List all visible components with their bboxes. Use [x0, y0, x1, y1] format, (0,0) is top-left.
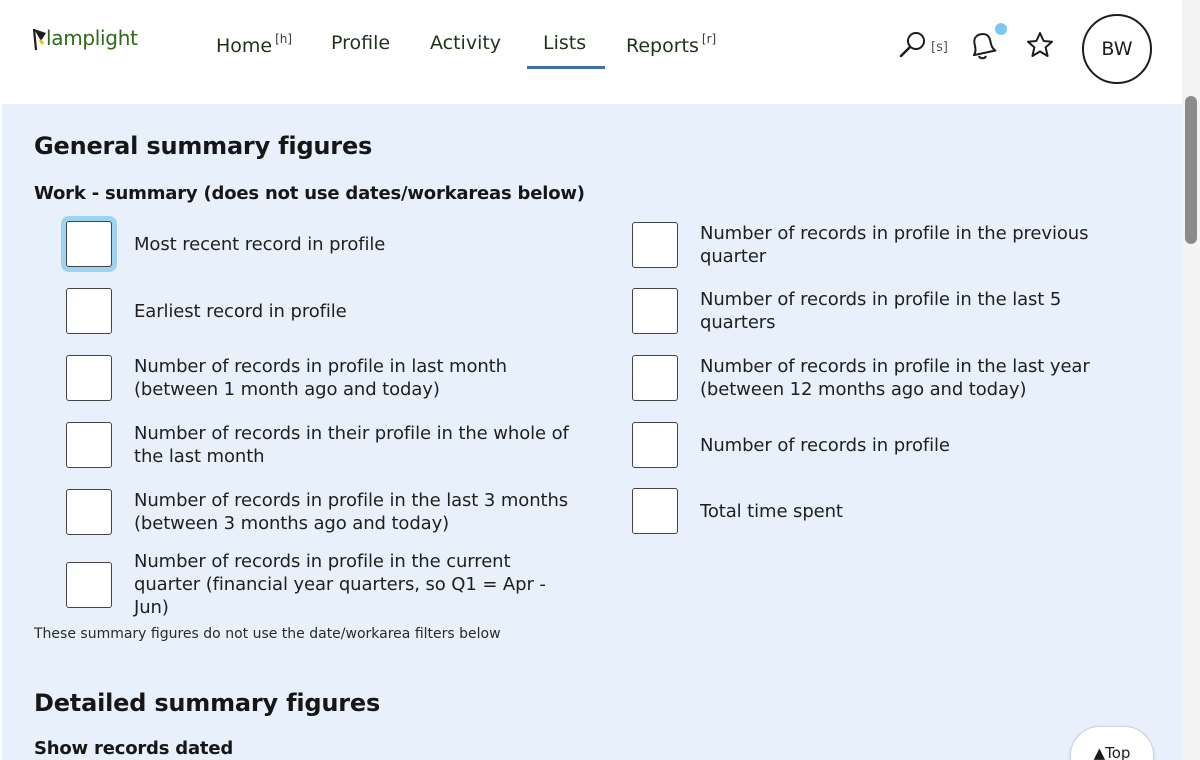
nav-lists[interactable]: Lists: [543, 32, 586, 54]
option-label: Number of records in profile in the last…: [700, 356, 1090, 400]
top-header: lamplight Home [h] Profile Activity Lists…: [0, 0, 1182, 104]
star-icon[interactable]: [1024, 30, 1056, 64]
option-label: Total time spent: [700, 500, 843, 522]
nav-profile-label: Profile: [331, 32, 391, 54]
option-label: Number of records in profile in the prev…: [700, 223, 1089, 267]
option-records-last-3-months: Number of records in profile in the last…: [66, 489, 574, 535]
back-to-top-button[interactable]: ▲Top: [1070, 726, 1154, 760]
nav-reports[interactable]: Reports [r]: [626, 32, 716, 57]
checkbox-records-previous-quarter[interactable]: [632, 222, 678, 268]
nav-reports-hint: [r]: [701, 32, 717, 46]
scrollbar-thumb[interactable]: [1185, 96, 1197, 244]
option-label: Number of records in profile: [700, 434, 950, 456]
checkbox-total-time-spent[interactable]: [632, 488, 678, 534]
nav-lists-label: Lists: [543, 32, 587, 54]
option-records-last-year: Number of records in profile in the last…: [632, 355, 1140, 401]
option-earliest-record: Earliest record in profile: [66, 288, 574, 334]
lamp-icon: [28, 26, 48, 51]
nav-home-hint: [h]: [275, 32, 293, 46]
section-subtitle-show-records-dated: Show records dated: [34, 738, 234, 759]
nav-reports-label: Reports: [626, 35, 699, 57]
option-label: Number of records in profile in the curr…: [134, 551, 546, 618]
nav-activity-label: Activity: [430, 32, 502, 54]
section-title-general: General summary figures: [34, 132, 373, 160]
checkbox-most-recent-record[interactable]: [66, 221, 112, 267]
search-icon[interactable]: [898, 30, 928, 64]
option-records-previous-quarter: Number of records in profile in the prev…: [632, 222, 1140, 268]
bell-icon[interactable]: [966, 29, 1000, 65]
option-records-last-5-quarters: Number of records in profile in the last…: [632, 288, 1140, 334]
checkbox-records-current-quarter[interactable]: [66, 561, 112, 608]
option-label: Number of records in profile in the last…: [700, 289, 1062, 333]
option-label: Most recent record in profile: [134, 233, 386, 255]
nav-home[interactable]: Home [h]: [216, 32, 292, 57]
checkbox-records-last-year[interactable]: [632, 355, 678, 401]
option-most-recent-record: Most recent record in profile: [66, 221, 574, 267]
checkbox-records-in-profile[interactable]: [632, 422, 678, 468]
checkbox-records-last-5-quarters[interactable]: [632, 288, 678, 334]
nav-activity[interactable]: Activity: [430, 32, 501, 54]
summary-note: These summary figures do not use the dat…: [34, 626, 501, 642]
nav-home-label: Home: [216, 35, 273, 57]
nav-profile[interactable]: Profile: [331, 32, 390, 54]
option-records-whole-last-month: Number of records in their profile in th…: [66, 422, 574, 468]
lamplight-logo[interactable]: lamplight: [28, 26, 138, 51]
vertical-scrollbar[interactable]: [1182, 0, 1200, 760]
logo-text: lamplight: [46, 26, 138, 50]
checkbox-earliest-record[interactable]: [66, 288, 112, 334]
option-records-last-month: Number of records in profile in last mon…: [66, 355, 574, 401]
section-title-detailed: Detailed summary figures: [34, 689, 381, 717]
checkbox-records-last-month[interactable]: [66, 355, 112, 401]
checkbox-records-whole-last-month[interactable]: [66, 422, 112, 468]
option-label: Number of records in profile in the last…: [134, 490, 569, 534]
search-shortcut-hint: [s]: [931, 40, 948, 55]
user-avatar[interactable]: BW: [1082, 14, 1152, 84]
option-total-time-spent: Total time spent: [632, 488, 1140, 534]
nav-active-indicator: [527, 66, 605, 69]
option-records-in-profile: Number of records in profile: [632, 422, 1140, 468]
option-records-current-quarter: Number of records in profile in the curr…: [66, 550, 574, 619]
option-label: Earliest record in profile: [134, 300, 347, 322]
section-subtitle-work-summary: Work - summary (does not use dates/worka…: [34, 183, 585, 204]
main-content: General summary figures Work - summary (…: [2, 104, 1182, 760]
option-label: Number of records in profile in last mon…: [134, 356, 507, 400]
checkbox-records-last-3-months[interactable]: [66, 489, 112, 535]
notification-dot: [995, 23, 1007, 35]
option-label: Number of records in their profile in th…: [134, 423, 569, 467]
